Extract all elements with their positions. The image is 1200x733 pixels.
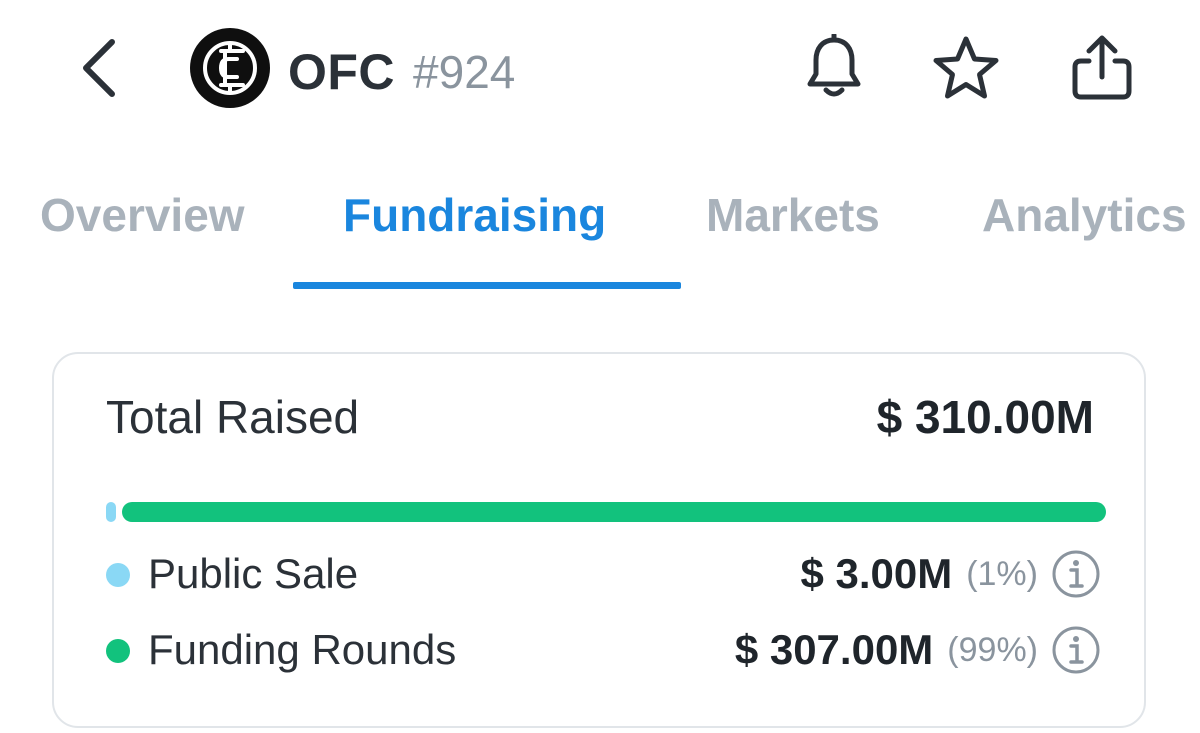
ofc-monogram-logo	[203, 41, 257, 95]
share-button[interactable]	[1064, 30, 1140, 106]
legend-dot	[106, 639, 130, 663]
info-button[interactable]	[1050, 624, 1102, 676]
chevron-left-icon	[83, 39, 115, 97]
notification-button[interactable]	[796, 30, 872, 106]
coin-symbol: OFC	[288, 44, 396, 100]
breakdown-row-public-sale: Public Sale $ 3.00M (1%)	[106, 544, 1102, 604]
breakdown-percent: (99%)	[947, 630, 1038, 669]
breakdown-row-funding-rounds: Funding Rounds $ 307.00M (99%)	[106, 620, 1102, 680]
total-raised-value: $ 310.00M	[876, 391, 1094, 443]
app-header: OFC #924	[0, 0, 1200, 140]
coin-title: OFC #924	[288, 40, 515, 104]
tab-bar: Overview Fundraising Markets Analytics	[0, 180, 1200, 292]
back-button[interactable]	[68, 32, 132, 104]
breakdown-label: Funding Rounds	[148, 626, 457, 673]
tab-analytics[interactable]: Analytics	[982, 180, 1187, 250]
coin-logo	[190, 28, 270, 108]
breakdown-label: Public Sale	[148, 550, 359, 597]
tab-markets[interactable]: Markets	[706, 180, 880, 250]
favorite-button[interactable]	[928, 30, 1004, 106]
legend-dot	[106, 563, 130, 587]
total-raised-label: Total Raised	[106, 391, 360, 443]
breakdown-values: $ 307.00M (99%)	[735, 620, 1102, 680]
bar-segment-funding-rounds	[122, 502, 1106, 522]
breakdown-amount: $ 307.00M	[734, 626, 934, 673]
active-tab-indicator	[293, 282, 681, 289]
bell-icon	[807, 34, 861, 97]
star-icon	[933, 36, 999, 99]
fundraising-card: Total Raised $ 310.00M Public Sale $ 3.0…	[52, 352, 1146, 728]
coin-rank: #924	[413, 46, 516, 98]
tab-overview[interactable]: Overview	[40, 180, 245, 250]
breakdown-values: $ 3.00M (1%)	[800, 544, 1102, 604]
info-button[interactable]	[1050, 548, 1102, 600]
breakdown-amount: $ 3.00M	[800, 550, 953, 597]
info-icon	[1052, 550, 1100, 598]
breakdown-percent: (1%)	[966, 554, 1038, 593]
share-icon	[1072, 35, 1132, 100]
tab-fundraising[interactable]: Fundraising	[343, 180, 606, 250]
info-icon	[1052, 626, 1100, 674]
allocation-bar	[106, 502, 1106, 522]
bar-segment-public-sale	[106, 502, 116, 522]
